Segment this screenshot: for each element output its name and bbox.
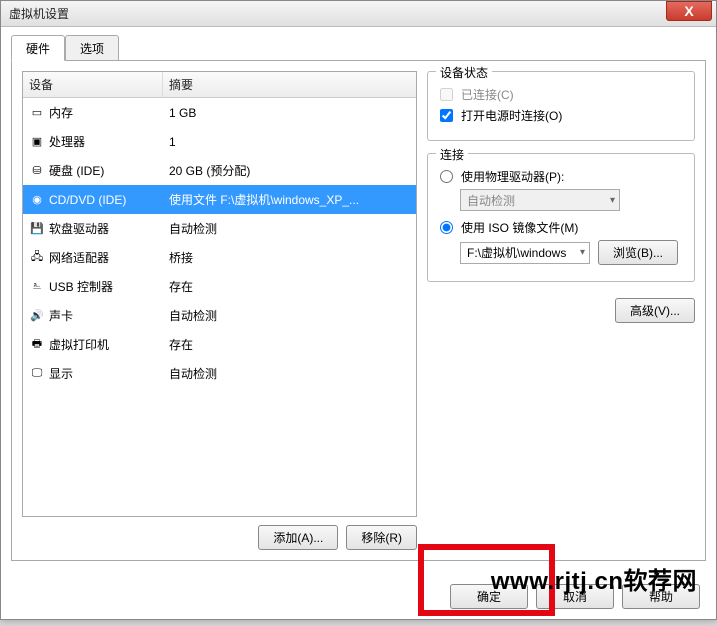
connection-group: 连接 使用物理驱动器(P): 自动检测 使用 ISO 镜像文件(M) [427,153,695,282]
device-row[interactable]: 🖧 网络适配器 桥接 [23,243,416,272]
device-row[interactable]: 🔊 声卡 自动检测 [23,301,416,330]
printer-icon: 🖶 [29,338,45,352]
device-name: 虚拟打印机 [49,336,109,353]
dialog-body: 设备 摘要 ▭ 内存 1 GB ▣ 处理器 1 ⛁ 硬盘 (IDE) 20 GB (预分配) ◉ C… [11,61,706,561]
device-summary: 20 GB (预分配) [163,158,416,183]
usb-icon: ⎁ [29,280,45,294]
device-row[interactable]: ⎁ USB 控制器 存在 [23,272,416,301]
device-summary: 使用文件 F:\虚拟机\windows_XP_... [163,187,416,212]
device-name: 处理器 [49,133,85,150]
device-name: 网络适配器 [49,249,109,266]
cpu-icon: ▣ [29,135,45,149]
sound-icon: 🔊 [29,309,45,323]
device-table-header: 设备 摘要 [23,72,416,98]
connected-label: 已连接(C) [461,86,514,103]
display-icon: 🖵 [29,367,45,381]
hardware-list-panel: 设备 摘要 ▭ 内存 1 GB ▣ 处理器 1 ⛁ 硬盘 (IDE) 20 GB (预分配) ◉ C… [22,71,417,550]
device-summary: 自动检测 [163,216,416,241]
memory-icon: ▭ [29,106,45,120]
device-name: 硬盘 (IDE) [49,162,104,179]
connected-checkbox [440,88,453,101]
device-status-title: 设备状态 [436,64,492,81]
use-iso-radio[interactable] [440,221,453,234]
tab-hardware[interactable]: 硬件 [11,35,65,61]
close-button[interactable]: X [666,1,712,21]
close-icon: X [684,3,693,19]
titlebar: 虚拟机设置 X [1,1,716,27]
iso-path-dropdown[interactable]: F:\虚拟机\windows [460,242,590,264]
device-row[interactable]: ◉ CD/DVD (IDE) 使用文件 F:\虚拟机\windows_XP_... [23,185,416,214]
device-row[interactable]: 🖶 虚拟打印机 存在 [23,330,416,359]
device-row[interactable]: ⛁ 硬盘 (IDE) 20 GB (预分配) [23,156,416,185]
add-button[interactable]: 添加(A)... [258,525,338,550]
device-row[interactable]: 🖵 显示 自动检测 [23,359,416,388]
connect-on-power-label: 打开电源时连接(O) [461,107,562,124]
network-icon: 🖧 [29,251,45,265]
connection-title: 连接 [436,146,468,163]
device-status-group: 设备状态 已连接(C) 打开电源时连接(O) [427,71,695,141]
device-summary: 1 [163,131,416,153]
use-iso-label: 使用 ISO 镜像文件(M) [461,219,578,236]
left-button-row: 添加(A)... 移除(R) [22,525,417,550]
vm-settings-window: 虚拟机设置 X 硬件 选项 设备 摘要 ▭ 内存 1 GB ▣ 处理器 1 ⛁ 硬盘 (IDE… [0,0,717,620]
device-name: CD/DVD (IDE) [49,193,126,207]
right-panel: 设备状态 已连接(C) 打开电源时连接(O) 连接 使用物理驱动器(P): [427,71,695,550]
device-row[interactable]: 💾 软盘驱动器 自动检测 [23,214,416,243]
tab-bar: 硬件 选项 [11,35,706,61]
use-physical-radio[interactable] [440,170,453,183]
device-table: 设备 摘要 ▭ 内存 1 GB ▣ 处理器 1 ⛁ 硬盘 (IDE) 20 GB (预分配) ◉ C… [22,71,417,517]
device-row[interactable]: ▭ 内存 1 GB [23,98,416,127]
device-summary: 自动检测 [163,303,416,328]
content-area: 硬件 选项 设备 摘要 ▭ 内存 1 GB ▣ 处理器 1 ⛁ 硬盘 (IDE) 20 GB (… [1,27,716,569]
cd-icon: ◉ [29,193,45,207]
tab-options[interactable]: 选项 [65,35,119,60]
remove-button[interactable]: 移除(R) [346,525,417,550]
device-name: 显示 [49,365,73,382]
device-name: USB 控制器 [49,278,113,295]
watermark-text: www.rjtj.cn软荐网 [491,561,697,596]
device-name: 软盘驱动器 [49,220,109,237]
window-title: 虚拟机设置 [9,5,716,22]
device-summary: 自动检测 [163,361,416,386]
device-summary: 存在 [163,332,416,357]
use-physical-label: 使用物理驱动器(P): [461,168,564,185]
device-summary: 桥接 [163,245,416,270]
device-summary: 存在 [163,274,416,299]
device-summary: 1 GB [163,102,416,124]
device-name: 声卡 [49,307,73,324]
browse-button[interactable]: 浏览(B)... [598,240,678,265]
disk-icon: ⛁ [29,164,45,178]
device-name: 内存 [49,104,73,121]
physical-drive-dropdown: 自动检测 [460,189,620,211]
col-device-header: 设备 [23,72,163,97]
connect-on-power-checkbox[interactable] [440,109,453,122]
floppy-icon: 💾 [29,222,45,236]
col-summary-header: 摘要 [163,72,416,97]
device-row[interactable]: ▣ 处理器 1 [23,127,416,156]
advanced-button[interactable]: 高级(V)... [615,298,695,323]
